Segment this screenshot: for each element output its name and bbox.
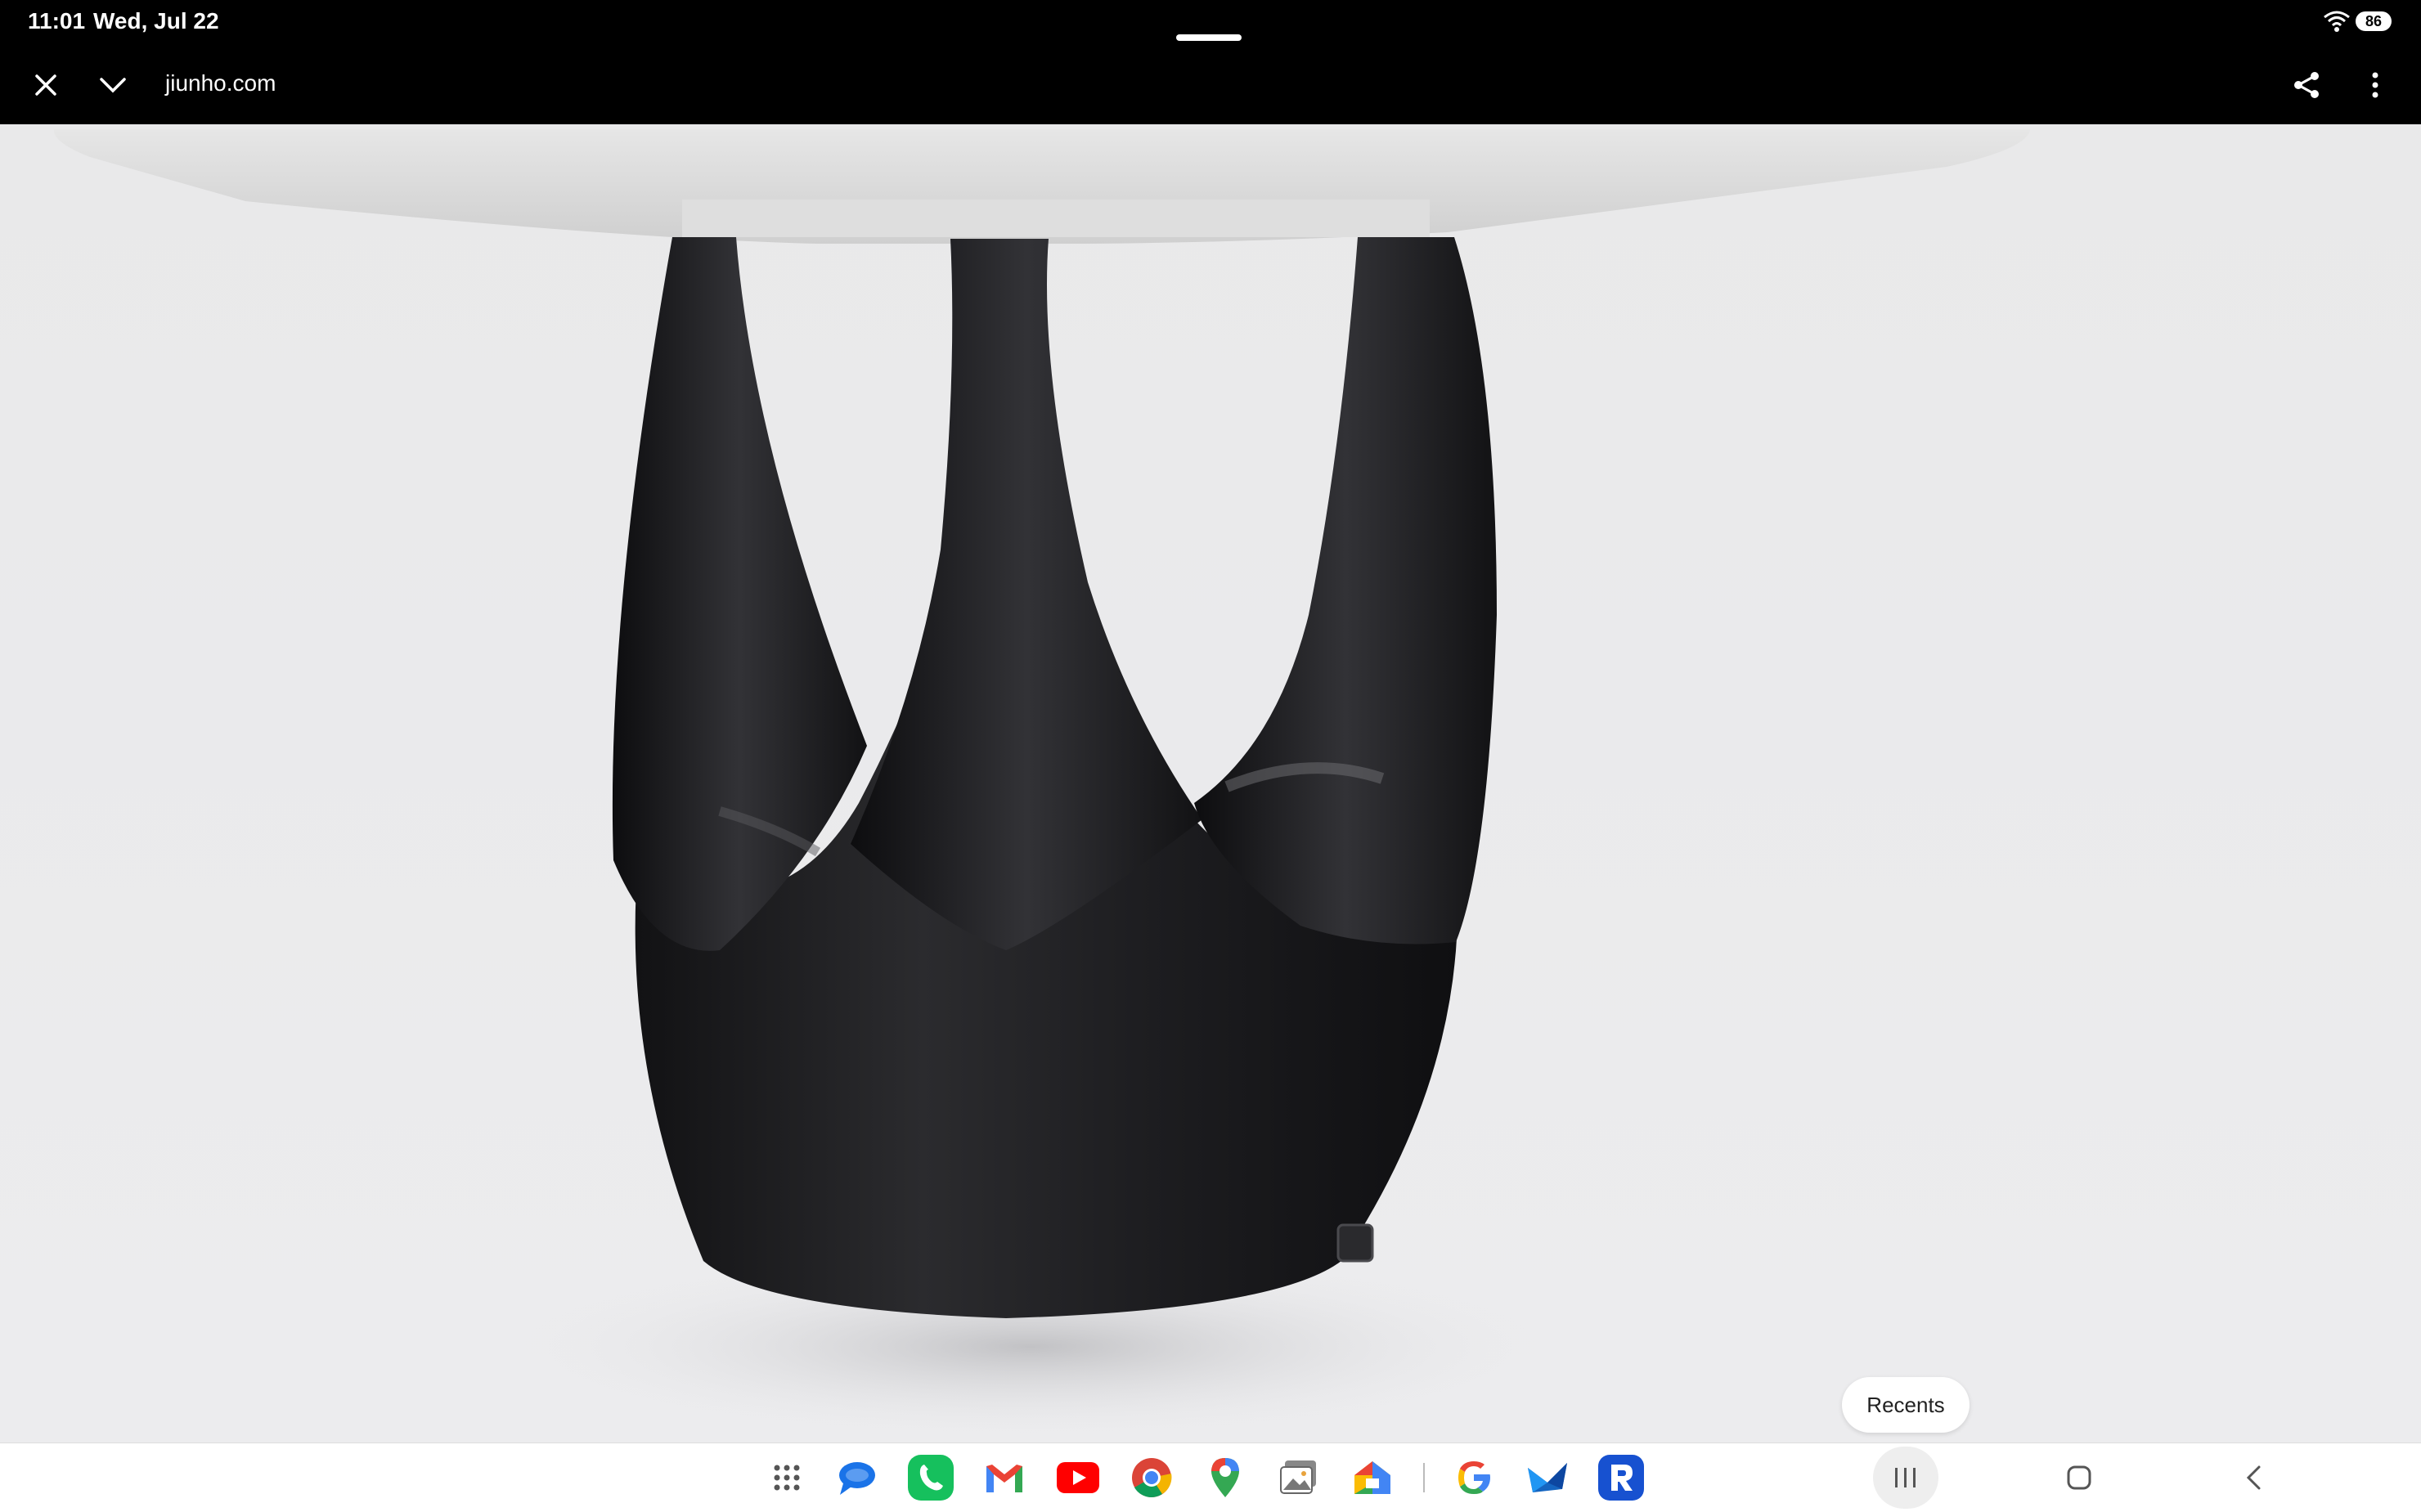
- status-time: 11:01: [28, 8, 86, 34]
- browser-toolbar: jiunho.com: [0, 43, 2421, 124]
- more-vert-icon: [2372, 72, 2378, 98]
- status-bar: 11:01 Wed, Jul 22 86: [0, 0, 2421, 43]
- web-content[interactable]: [0, 124, 2421, 1442]
- mail-icon: [1528, 1463, 1567, 1492]
- youtube-app[interactable]: [1053, 1453, 1103, 1502]
- more-options-button[interactable]: [2351, 62, 2400, 108]
- dock-divider: [1423, 1463, 1425, 1492]
- battery-icon: 86: [2356, 11, 2392, 31]
- remote-app[interactable]: [1597, 1453, 1646, 1502]
- share-icon: [2294, 72, 2319, 98]
- share-button[interactable]: [2282, 62, 2331, 108]
- recents-tooltip: Recents: [1842, 1377, 1970, 1433]
- gallery-app[interactable]: [1274, 1453, 1323, 1502]
- maps-icon: [1211, 1458, 1239, 1497]
- recents-icon: [1895, 1468, 1916, 1487]
- status-date: Wed, Jul 22: [93, 8, 219, 34]
- recents-button[interactable]: [1873, 1447, 1938, 1509]
- phone-app[interactable]: [906, 1453, 955, 1502]
- chevron-down-icon: [100, 78, 126, 93]
- close-icon: [35, 74, 56, 96]
- home-button[interactable]: [2055, 1453, 2104, 1502]
- app-drawer-button[interactable]: [762, 1453, 811, 1502]
- battery-level: 86: [2365, 13, 2383, 29]
- close-button[interactable]: [21, 62, 70, 108]
- mail-app[interactable]: [1523, 1453, 1572, 1502]
- app-drawer-icon: [774, 1465, 800, 1491]
- gmail-icon: [986, 1465, 1022, 1492]
- chrome-icon: [1132, 1458, 1172, 1497]
- messages-icon: [839, 1462, 875, 1495]
- youtube-icon: [1057, 1462, 1099, 1493]
- gmail-app[interactable]: [980, 1453, 1029, 1502]
- google-app[interactable]: [1449, 1453, 1498, 1502]
- drag-handle[interactable]: [1176, 34, 1242, 41]
- url-text[interactable]: jiunho.com: [165, 70, 276, 96]
- messages-app[interactable]: [833, 1453, 882, 1502]
- back-icon: [2246, 1465, 2261, 1490]
- google-home-icon: [1354, 1461, 1390, 1494]
- chrome-app[interactable]: [1127, 1453, 1176, 1502]
- minimize-button[interactable]: [88, 62, 137, 108]
- wifi-icon: [2324, 11, 2350, 32]
- remote-app-icon: [1598, 1455, 1644, 1501]
- maps-app[interactable]: [1201, 1453, 1250, 1502]
- recents-tooltip-label: Recents: [1866, 1392, 1945, 1417]
- google-icon: [1458, 1461, 1490, 1494]
- home-icon: [2067, 1465, 2091, 1490]
- google-home-app[interactable]: [1348, 1453, 1397, 1502]
- phone-icon: [908, 1455, 954, 1501]
- table-photo: [53, 129, 2030, 1437]
- gallery-icon: [1280, 1460, 1316, 1494]
- taskbar: [0, 1442, 2421, 1512]
- back-button[interactable]: [2230, 1453, 2279, 1502]
